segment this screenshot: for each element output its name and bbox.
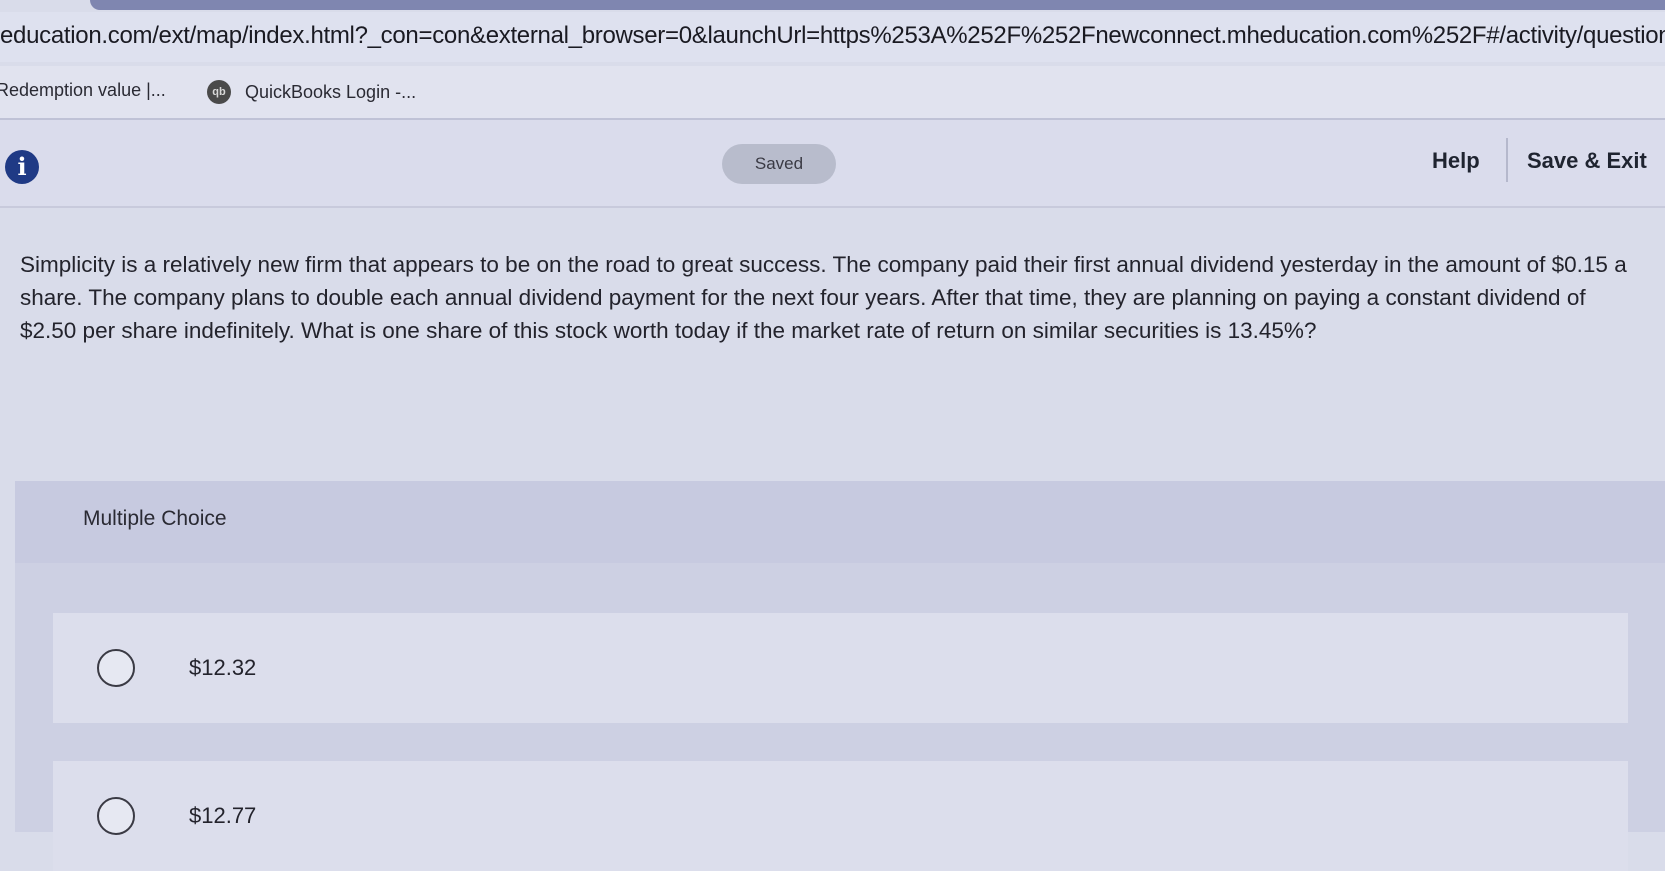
choice-option-2[interactable]: $12.77 xyxy=(53,761,1628,871)
help-link[interactable]: Help xyxy=(1432,148,1480,174)
choice-label: $12.77 xyxy=(189,803,257,828)
address-bar[interactable]: education.com/ext/map/index.html?_con=co… xyxy=(0,12,1665,62)
question-text: Simplicity is a relatively new firm that… xyxy=(20,252,1627,343)
quickbooks-icon: qb xyxy=(207,80,231,104)
multiple-choice-header: Multiple Choice xyxy=(15,481,1665,563)
choice-label: $12.32 xyxy=(189,655,257,680)
bookmark-label: QuickBooks Login -... xyxy=(245,81,417,102)
saved-status-badge: Saved xyxy=(722,144,836,184)
bookmark-redemption-value[interactable]: Redemption value |... xyxy=(0,80,166,101)
radio-button[interactable] xyxy=(97,797,135,835)
header-divider xyxy=(1506,138,1508,182)
radio-button[interactable] xyxy=(97,649,135,687)
url-text[interactable]: education.com/ext/map/index.html?_con=co… xyxy=(0,22,1665,50)
bookmark-quickbooks-login[interactable]: qb QuickBooks Login -... xyxy=(207,80,416,104)
save-exit-link[interactable]: Save & Exit xyxy=(1527,148,1647,174)
bookmarks-bar: Redemption value |... qb QuickBooks Logi… xyxy=(0,66,1665,120)
choice-option-1[interactable]: $12.32 xyxy=(53,613,1628,723)
app-header: i Saved Help Save & Exit xyxy=(0,120,1665,208)
multiple-choice-title: Multiple Choice xyxy=(83,507,227,530)
multiple-choice-panel: Multiple Choice $12.32 $12.77 xyxy=(15,481,1665,871)
info-icon[interactable]: i xyxy=(5,150,39,184)
browser-top-strip xyxy=(90,0,1665,10)
bookmark-label: Redemption value |... xyxy=(0,80,166,100)
